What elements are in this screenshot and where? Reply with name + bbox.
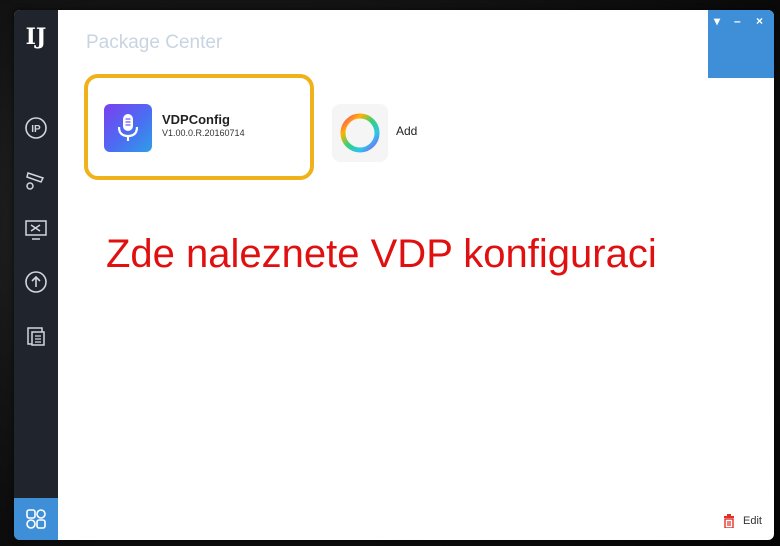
copy-window-icon[interactable] [22,322,50,350]
annotation-text: Zde naleznete VDP konfiguraci [106,232,657,276]
edit-label: Edit [743,515,762,527]
window-title: Package Center [86,32,223,53]
svg-text:IP: IP [31,124,41,135]
trash-icon [724,514,735,528]
window-controls-area: ▾ – × [708,10,774,78]
add-app-button[interactable] [332,104,388,162]
package-center-window: IJ IP Package Center ▾ – × VDPConfig V1.… [14,10,774,540]
package-grid-icon[interactable] [14,498,58,540]
camera-settings-icon[interactable] [22,166,50,194]
close-button[interactable]: × [756,14,763,28]
app-version: V1.00.0.R.20160714 [162,128,245,138]
ring-icon [340,113,380,153]
dropdown-icon[interactable]: ▾ [714,14,720,28]
sidebar: IJ IP [14,10,58,540]
ip-icon[interactable]: IP [22,114,50,142]
upgrade-icon[interactable] [22,268,50,296]
microphone-icon [104,104,152,152]
tools-monitor-icon[interactable] [22,216,50,244]
app-name: VDPConfig [162,112,230,127]
edit-button[interactable]: Edit [723,514,762,528]
add-label[interactable]: Add [396,124,417,138]
app-logo: IJ [25,24,47,50]
minimize-button[interactable]: – [734,14,741,28]
vdpconfig-app-card[interactable]: VDPConfig V1.00.0.R.20160714 [84,74,314,180]
